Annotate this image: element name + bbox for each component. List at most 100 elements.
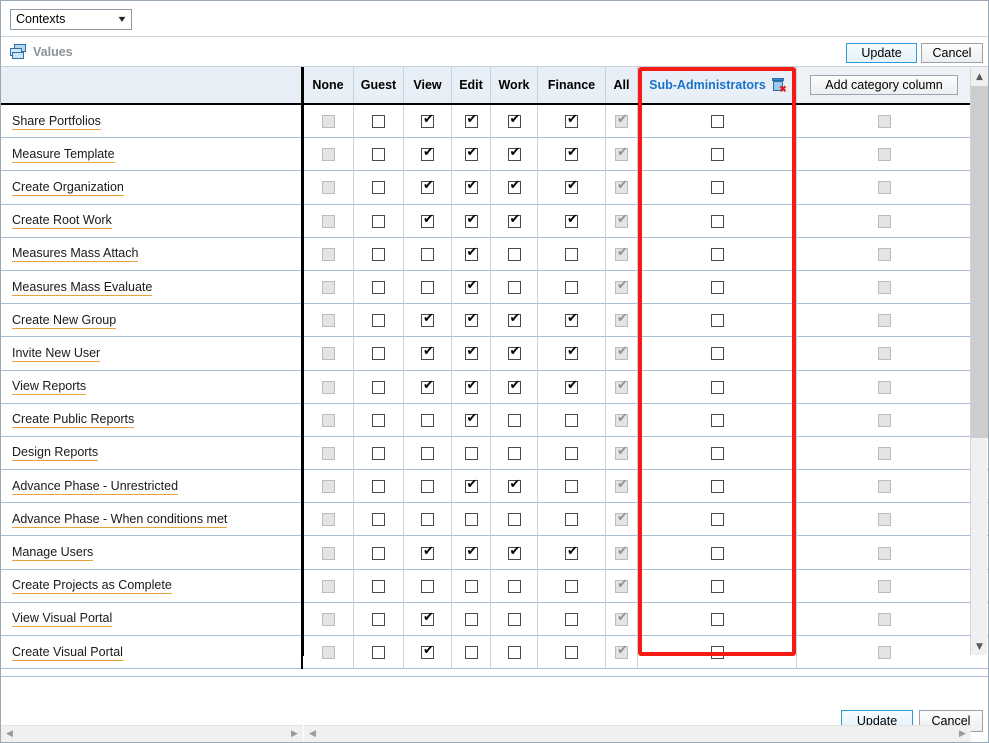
cancel-button-top[interactable]: Cancel: [921, 43, 983, 63]
chevron-right-icon[interactable]: ▶: [954, 726, 971, 742]
permission-checkbox[interactable]: ✔: [507, 179, 521, 195]
permission-checkbox[interactable]: [710, 380, 724, 394]
permission-checkbox[interactable]: ✔: [421, 545, 434, 560]
vertical-scrollbar-thumb[interactable]: [971, 86, 988, 438]
permission-checkbox[interactable]: [421, 480, 434, 494]
permission-checkbox[interactable]: ✔: [421, 611, 434, 626]
permission-checkbox[interactable]: [507, 513, 521, 527]
permission-checkbox[interactable]: [710, 281, 724, 295]
permission-checkbox[interactable]: ✔: [507, 345, 521, 361]
row-label-link[interactable]: Create New Group: [12, 313, 117, 329]
permission-checkbox[interactable]: ✔: [507, 113, 521, 129]
permission-checkbox[interactable]: ✔: [507, 312, 521, 328]
row-label-link[interactable]: Measures Mass Attach: [12, 246, 139, 263]
permission-checkbox[interactable]: [565, 612, 578, 626]
permission-checkbox[interactable]: [507, 446, 521, 460]
permission-checkbox[interactable]: [710, 612, 724, 626]
row-label-link[interactable]: Measures Mass Evaluate: [12, 280, 153, 296]
permission-checkbox[interactable]: [710, 446, 724, 460]
permission-checkbox[interactable]: ✔: [464, 179, 478, 195]
permission-checkbox[interactable]: [372, 115, 385, 129]
row-label-link[interactable]: Design Reports: [12, 445, 99, 462]
chevron-left-icon[interactable]: ◀: [304, 726, 321, 742]
delete-column-icon[interactable]: ✖: [771, 78, 787, 94]
permission-checkbox[interactable]: [421, 513, 434, 527]
permission-checkbox[interactable]: [372, 480, 385, 494]
permission-checkbox[interactable]: [710, 347, 724, 361]
permission-checkbox[interactable]: ✔: [507, 213, 521, 228]
permission-checkbox[interactable]: [507, 281, 521, 295]
permission-checkbox[interactable]: [507, 646, 521, 660]
permission-checkbox[interactable]: [565, 646, 578, 660]
permission-checkbox[interactable]: ✔: [421, 213, 434, 228]
permission-checkbox[interactable]: [372, 546, 385, 560]
chevron-up-icon[interactable]: ▲: [971, 68, 988, 85]
permission-checkbox[interactable]: [710, 480, 724, 494]
permission-checkbox[interactable]: ✔: [565, 312, 578, 328]
permission-checkbox[interactable]: [710, 546, 724, 560]
permission-checkbox[interactable]: ✔: [464, 379, 478, 394]
permission-checkbox[interactable]: [710, 181, 724, 195]
permission-checkbox[interactable]: [464, 513, 478, 527]
permission-checkbox[interactable]: ✔: [565, 179, 578, 195]
permission-checkbox[interactable]: ✔: [565, 545, 578, 560]
permission-checkbox[interactable]: [710, 247, 724, 261]
permission-checkbox[interactable]: ✔: [421, 179, 434, 195]
permission-checkbox[interactable]: ✔: [421, 113, 434, 129]
update-button-top[interactable]: Update: [846, 43, 917, 63]
permission-checkbox[interactable]: ✔: [421, 379, 434, 394]
permission-checkbox[interactable]: [464, 579, 478, 593]
row-label-link[interactable]: Create Root Work: [12, 213, 112, 230]
permission-checkbox[interactable]: [421, 247, 434, 261]
permission-checkbox[interactable]: [565, 513, 578, 527]
permission-checkbox[interactable]: [507, 612, 521, 626]
row-label-link[interactable]: Create Organization: [12, 180, 124, 196]
permission-checkbox[interactable]: [372, 380, 385, 394]
permission-checkbox[interactable]: [421, 579, 434, 593]
permission-checkbox[interactable]: [507, 413, 521, 427]
permission-checkbox[interactable]: [421, 413, 434, 427]
permission-checkbox[interactable]: [565, 247, 578, 261]
permission-checkbox[interactable]: ✔: [421, 644, 434, 660]
permission-checkbox[interactable]: ✔: [464, 146, 478, 162]
permission-checkbox[interactable]: [710, 148, 724, 162]
horizontal-scrollbar-right[interactable]: ◀ ▶: [304, 725, 971, 742]
chevron-left-icon[interactable]: ◀: [1, 726, 18, 742]
permission-checkbox[interactable]: [372, 247, 385, 261]
permission-checkbox[interactable]: ✔: [464, 113, 478, 129]
chevron-down-icon[interactable]: ▼: [971, 638, 988, 655]
permission-checkbox[interactable]: [565, 579, 578, 593]
permission-checkbox[interactable]: [507, 579, 521, 593]
permission-checkbox[interactable]: [710, 115, 724, 129]
chevron-right-icon[interactable]: ▶: [286, 726, 303, 742]
column-header-sub-administrators[interactable]: Sub-Administrators ✖: [638, 67, 797, 103]
permission-checkbox[interactable]: ✔: [565, 379, 578, 394]
permission-checkbox[interactable]: [372, 148, 385, 162]
permission-checkbox[interactable]: [372, 314, 385, 328]
row-label-link[interactable]: Share Portfolios: [12, 114, 101, 130]
horizontal-scrollbar-left[interactable]: ◀ ▶: [1, 725, 303, 742]
permission-checkbox[interactable]: [710, 513, 724, 527]
context-select[interactable]: Contexts ▾: [10, 9, 132, 30]
permission-checkbox[interactable]: ✔: [421, 146, 434, 162]
row-label-link[interactable]: Create Visual Portal: [12, 645, 123, 661]
permission-checkbox[interactable]: [565, 446, 578, 460]
permission-checkbox[interactable]: [710, 314, 724, 328]
permission-checkbox[interactable]: ✔: [565, 113, 578, 129]
row-label-link[interactable]: Advance Phase - When conditions met: [12, 512, 228, 528]
permission-checkbox[interactable]: [372, 513, 385, 527]
add-category-column-button[interactable]: Add category column: [810, 75, 958, 95]
permission-checkbox[interactable]: [507, 247, 521, 261]
permission-checkbox[interactable]: [464, 646, 478, 660]
permission-checkbox[interactable]: [372, 579, 385, 593]
permission-checkbox[interactable]: ✔: [565, 146, 578, 162]
permission-checkbox[interactable]: [421, 446, 434, 460]
permission-checkbox[interactable]: ✔: [464, 412, 478, 427]
permission-checkbox[interactable]: ✔: [421, 312, 434, 328]
permission-checkbox[interactable]: [565, 480, 578, 494]
permission-checkbox[interactable]: ✔: [464, 213, 478, 228]
row-label-link[interactable]: Create Public Reports: [12, 412, 135, 429]
row-label-link[interactable]: View Reports: [12, 379, 87, 396]
permission-checkbox[interactable]: ✔: [464, 246, 478, 261]
permission-checkbox[interactable]: [372, 646, 385, 660]
